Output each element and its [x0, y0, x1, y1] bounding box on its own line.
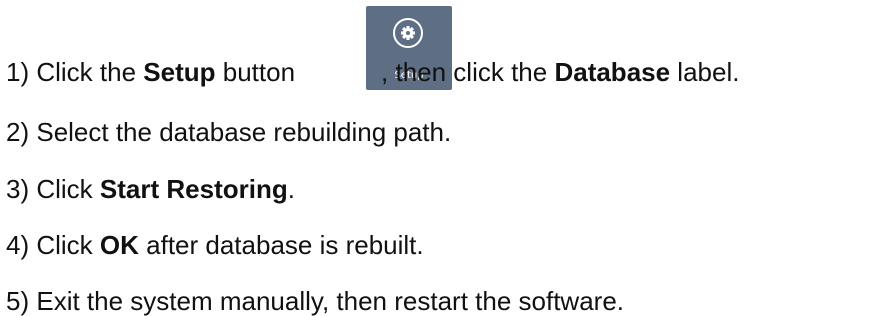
- step-text: , then click the: [381, 57, 555, 87]
- step-text: Select the database rebuilding path.: [29, 117, 452, 147]
- instruction-step-1: 1) Click the Setup button , then click th…: [6, 57, 739, 87]
- step-number: 5): [6, 286, 30, 316]
- setup-keyword: Setup: [143, 57, 216, 87]
- step-text: Click the: [29, 57, 144, 87]
- ok-keyword: OK: [99, 230, 139, 260]
- step-text: Click: [29, 230, 100, 260]
- gear-icon: [401, 26, 415, 40]
- step-text: label.: [670, 57, 740, 87]
- start-restoring-keyword: Start Restoring: [99, 174, 288, 204]
- step-number: 4): [6, 230, 30, 260]
- step-number: 3): [6, 174, 30, 204]
- database-keyword: Database: [554, 57, 671, 87]
- step-text: .: [287, 174, 295, 204]
- step-text: Click: [29, 174, 100, 204]
- instruction-step-3: 3) Click Start Restoring.: [6, 174, 295, 204]
- step-number: 1): [6, 57, 30, 87]
- step-text: after database is rebuilt.: [138, 230, 424, 260]
- step-number: 2): [6, 117, 30, 147]
- instruction-step-5: 5) Exit the system manually, then restar…: [6, 286, 624, 316]
- instruction-step-2: 2) Select the database rebuilding path.: [6, 117, 451, 147]
- gear-icon-circle: [393, 18, 423, 48]
- step-text: Exit the system manually, then restart t…: [29, 286, 625, 316]
- step-text: button: [215, 57, 296, 87]
- instruction-step-4: 4) Click OK after database is rebuilt.: [6, 230, 424, 260]
